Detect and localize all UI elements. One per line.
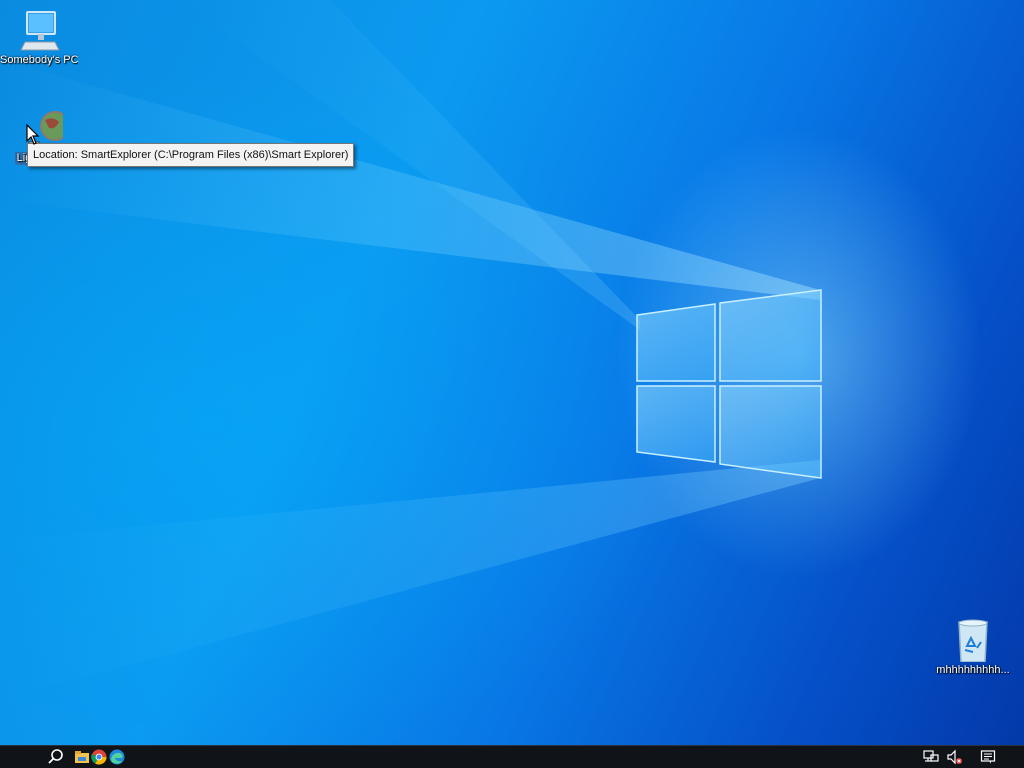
taskbar	[0, 745, 1024, 768]
computer-icon	[15, 8, 63, 52]
location-tooltip: Location: SmartExplorer (C:\Program File…	[27, 143, 355, 167]
logo-pane-bottom-right	[719, 385, 822, 479]
edge-icon[interactable]	[108, 748, 126, 766]
volume-muted-icon[interactable]	[946, 749, 962, 765]
desktop-icon-recycle-bin[interactable]: mhhhhhhhhh...	[934, 618, 1012, 677]
search-icon[interactable]	[47, 748, 65, 766]
mouse-cursor-icon	[26, 124, 40, 145]
wallpaper	[0, 0, 822, 700]
desktop-icon-pc[interactable]: Somebody's PC	[0, 8, 78, 67]
desktop[interactable]: Somebody's PC Lightbulb mhhhhhhhhh	[0, 0, 1024, 768]
desktop-icon-label: Somebody's PC	[0, 54, 78, 66]
folder-icon[interactable]	[73, 748, 91, 766]
logo-pane-top-left	[636, 303, 716, 382]
chrome-icon[interactable]	[90, 748, 108, 766]
logo-pane-top-right	[719, 289, 822, 382]
windows-logo	[636, 289, 822, 479]
notification-icon[interactable]	[980, 749, 996, 765]
recycle-bin-icon	[949, 618, 997, 663]
light-beam	[0, 460, 820, 700]
logo-pane-bottom-left	[636, 385, 716, 463]
network-icon[interactable]	[923, 749, 939, 765]
desktop-icon-label: mhhhhhhhhh...	[936, 664, 1010, 676]
